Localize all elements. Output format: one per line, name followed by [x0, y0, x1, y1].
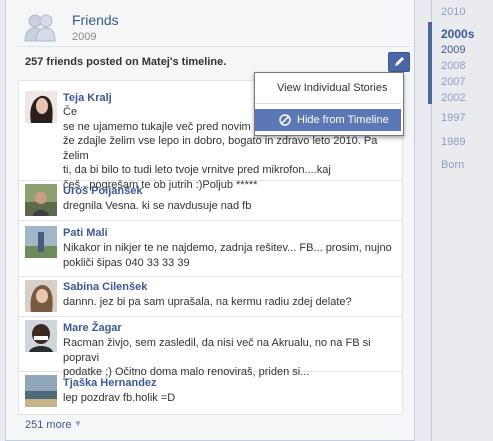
menu-item-hide-from-timeline[interactable]: Hide from Timeline: [255, 109, 401, 131]
list-item: Uroš Poljanšek dregnila Vesna. ki se nav…: [19, 180, 402, 221]
edit-button[interactable]: [388, 52, 410, 72]
avatar[interactable]: [25, 280, 57, 312]
avatar[interactable]: [25, 226, 57, 258]
menu-item-label: Hide from Timeline: [297, 114, 389, 126]
timeline-current-marker: [428, 22, 432, 104]
post-text: Nikakor in nikjer te ne najdemo, zadnja …: [63, 242, 392, 269]
summary-text: 257 friends posted on Matej's timeline.: [25, 56, 227, 68]
list-item: Mare Žagar Racman živjo, sem zasledil, d…: [19, 316, 402, 378]
post-text: dregnila Vesna. ki se navdusuje nad fb: [63, 200, 252, 212]
card-header: Friends 2009: [16, 8, 406, 46]
avatar[interactable]: [25, 184, 57, 216]
list-item: Tjaška Hernandez lep pozdrav fb.holik =D: [19, 371, 402, 414]
timeline-year[interactable]: 1989: [441, 136, 465, 148]
timeline-born[interactable]: Born: [441, 159, 464, 171]
timeline-year[interactable]: 2007: [441, 76, 465, 88]
post-author[interactable]: Pati Mali: [63, 227, 108, 239]
timeline-year-selected[interactable]: 2009: [441, 44, 465, 56]
timeline-year[interactable]: 2002: [441, 92, 465, 104]
post-author[interactable]: Tjaška Hernandez: [63, 377, 157, 389]
chevron-down-icon[interactable]: ▼: [74, 419, 82, 428]
hide-icon: [279, 114, 291, 126]
timeline-year[interactable]: 2010: [441, 6, 465, 18]
post-author[interactable]: Teja Kralj: [63, 92, 112, 104]
timeline-scrubber: 2010 2000s 2009 2008 2007 2002 1997 1989…: [415, 0, 493, 441]
card-title[interactable]: Friends: [72, 12, 119, 28]
avatar[interactable]: [25, 91, 57, 123]
card-year: 2009: [72, 31, 97, 43]
menu-divider: [255, 103, 401, 104]
post-text: lep pozdrav fb.holik =D: [63, 392, 176, 404]
post-author[interactable]: Sabina Cilenšek: [63, 281, 147, 293]
post-author[interactable]: Uroš Poljanšek: [63, 185, 142, 197]
menu-item-label: View Individual Stories: [277, 82, 388, 94]
list-item: Pati Mali Nikakor in nikjer te ne najdem…: [19, 220, 402, 277]
options-menu: View Individual Stories Hide from Timeli…: [254, 72, 404, 136]
avatar[interactable]: [25, 320, 57, 352]
timeline-decade[interactable]: 2000s: [441, 27, 474, 41]
avatar[interactable]: [25, 375, 57, 407]
timeline-year[interactable]: 1997: [441, 112, 465, 124]
post-text: dannn. jez bi pa sam uprašala, na kermu …: [63, 296, 352, 308]
friends-icon: [24, 14, 56, 42]
pencil-icon: [395, 57, 404, 66]
more-link[interactable]: 251 more: [25, 419, 71, 431]
timeline-year[interactable]: 2008: [441, 60, 465, 72]
menu-item-view-individual-stories[interactable]: View Individual Stories: [255, 77, 401, 99]
list-item: Sabina Cilenšek dannn. jez bi pa sam upr…: [19, 276, 402, 317]
post-author[interactable]: Mare Žagar: [63, 322, 122, 334]
